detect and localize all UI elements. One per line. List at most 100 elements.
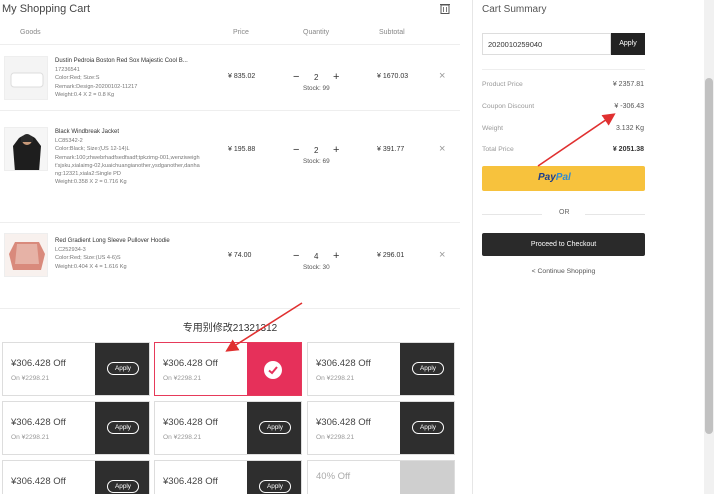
qty-minus-button[interactable]: − xyxy=(293,144,299,156)
qty-plus-button[interactable]: + xyxy=(333,250,339,262)
stock-count: Stock: 69 xyxy=(303,158,330,165)
coupon-amount: ¥306.428 Off xyxy=(11,476,66,487)
coupon-threshold: On ¥2298.21 xyxy=(316,434,355,441)
continue-shopping-link[interactable]: < Continue Shopping xyxy=(482,268,645,275)
coupon-card-disabled: 40% Off xyxy=(307,460,455,494)
product-remark: Remark:100;zhwebrhadfsedfsadf;tpkzimg-00… xyxy=(55,154,200,178)
coupon-apply-button[interactable]: Apply xyxy=(259,421,291,434)
unit-price: ¥ 835.02 xyxy=(228,73,256,80)
or-divider-right xyxy=(585,214,645,215)
trash-icon[interactable] xyxy=(440,3,450,14)
coupon-card-selected[interactable]: ¥306.428 Off On ¥2298.21 xyxy=(154,342,302,396)
paypal-logo: PayPal xyxy=(538,172,571,183)
coupon-section-title: 专用别修改21321312 xyxy=(182,323,278,334)
coupon-amount: ¥306.428 Off xyxy=(163,417,218,428)
qty-plus-button[interactable]: + xyxy=(333,144,339,156)
coupon-card[interactable]: ¥306.428 Off Apply xyxy=(2,460,150,494)
coupon-threshold: On ¥2298.21 xyxy=(163,434,202,441)
stock-count: Stock: 99 xyxy=(303,85,330,92)
product-sku: 17236541 xyxy=(55,67,80,74)
or-divider-left xyxy=(482,214,542,215)
coupon-amount: ¥306.428 Off xyxy=(163,358,218,369)
coupon-side xyxy=(247,343,301,395)
remove-item-icon[interactable]: × xyxy=(439,70,445,82)
qty-value[interactable]: 4 xyxy=(314,252,318,261)
remove-item-icon[interactable]: × xyxy=(439,249,445,261)
product-weight: Weight:0.4 X 2 = 0.8 Kg xyxy=(55,91,115,98)
coupon-discount-label: Coupon Discount xyxy=(482,103,535,110)
product-weight: Weight:0.358 X 2 = 0.716 Kg xyxy=(55,179,127,186)
coupon-threshold: On ¥2298.21 xyxy=(11,434,50,441)
scrollbar[interactable] xyxy=(704,0,714,494)
column-subtotal: Subtotal xyxy=(379,29,405,36)
row-subtotal: ¥ 296.01 xyxy=(377,252,405,259)
coupon-apply-button[interactable]: Apply xyxy=(107,480,139,493)
coupon-card[interactable]: ¥306.428 Off On ¥2298.21 Apply xyxy=(154,401,302,455)
coupon-apply-button[interactable]: Apply xyxy=(259,480,291,493)
paypal-button[interactable]: PayPal xyxy=(482,166,645,191)
product-image[interactable] xyxy=(4,56,48,100)
coupon-card[interactable]: ¥306.428 Off On ¥2298.21 Apply xyxy=(307,342,455,396)
product-image[interactable] xyxy=(4,127,48,171)
paypal-logo-pal: Pal xyxy=(555,172,571,183)
coupon-side: Apply xyxy=(244,461,301,494)
coupon-apply-button[interactable]: Apply xyxy=(412,362,444,375)
cart-row: Dustin Pedroia Boston Red Sox Majestic C… xyxy=(0,44,460,110)
cart-header: My Shopping Cart xyxy=(0,0,460,20)
paypal-logo-pay: Pay xyxy=(538,172,556,183)
coupon-threshold: On ¥2298.21 xyxy=(163,375,202,382)
summary-divider xyxy=(482,69,645,70)
qty-minus-button[interactable]: − xyxy=(293,71,299,83)
coupon-side: Apply xyxy=(92,461,149,494)
cart-title: My Shopping Cart xyxy=(2,3,91,15)
coupon-code-input[interactable] xyxy=(482,33,611,55)
product-image[interactable] xyxy=(4,233,48,277)
coupon-amount: ¥306.428 Off xyxy=(11,358,66,369)
coupon-apply-button[interactable]: Apply xyxy=(107,362,139,375)
coupon-side: Apply xyxy=(397,343,454,395)
scrollbar-thumb[interactable] xyxy=(705,78,713,434)
product-name[interactable]: Red Gradient Long Sleeve Pullover Hoodie xyxy=(55,237,200,245)
total-price-label: Total Price xyxy=(482,146,514,153)
coupon-card[interactable]: ¥306.428 Off Apply xyxy=(154,460,302,494)
product-name[interactable]: Dustin Pedroia Boston Red Sox Majestic C… xyxy=(55,57,200,65)
coupon-threshold: On ¥2298.21 xyxy=(11,375,50,382)
product-variant: Color:Black; Size:(US 12-14)L xyxy=(55,146,130,153)
coupon-side: Apply xyxy=(397,402,454,454)
product-sku: LC85342-2 xyxy=(55,138,83,145)
coupon-side: Apply xyxy=(92,402,149,454)
product-info: Red Gradient Long Sleeve Pullover Hoodie… xyxy=(55,237,200,271)
product-name[interactable]: Black Windbreak Jacket xyxy=(55,128,200,136)
product-weight: Weight:0.404 X 4 = 1.616 Kg xyxy=(55,263,127,270)
coupon-side xyxy=(397,461,454,494)
qty-value[interactable]: 2 xyxy=(314,146,318,155)
coupon-amount: ¥306.428 Off xyxy=(11,417,66,428)
remove-item-icon[interactable]: × xyxy=(439,143,445,155)
summary-title: Cart Summary xyxy=(482,4,547,15)
column-goods: Goods xyxy=(20,29,41,36)
qty-minus-button[interactable]: − xyxy=(293,250,299,262)
product-info: Dustin Pedroia Boston Red Sox Majestic C… xyxy=(55,57,200,99)
qty-plus-button[interactable]: + xyxy=(333,71,339,83)
proceed-to-checkout-button[interactable]: Proceed to Checkout xyxy=(482,233,645,256)
coupon-side: Apply xyxy=(244,402,301,454)
coupon-section: 专用别修改21321312 ¥306.428 Off On ¥2298.21 A… xyxy=(0,308,460,494)
coupon-code-apply-button[interactable]: Apply xyxy=(611,33,645,55)
product-price-value: ¥ 2357.81 xyxy=(612,81,644,88)
coupon-apply-button[interactable]: Apply xyxy=(412,421,444,434)
total-price-value: ¥ 2051.38 xyxy=(612,146,644,153)
column-price: Price xyxy=(233,29,249,36)
row-subtotal: ¥ 391.77 xyxy=(377,146,405,153)
coupon-apply-button[interactable]: Apply xyxy=(107,421,139,434)
coupon-card[interactable]: ¥306.428 Off On ¥2298.21 Apply xyxy=(2,342,150,396)
or-text: OR xyxy=(559,209,570,216)
coupon-amount: ¥306.428 Off xyxy=(316,358,371,369)
weight-value: 3.132 Kg xyxy=(615,125,644,132)
checkmark-icon xyxy=(264,361,282,379)
coupon-card[interactable]: ¥306.428 Off On ¥2298.21 Apply xyxy=(307,401,455,455)
coupon-amount: 40% Off xyxy=(316,471,351,482)
coupon-amount: ¥306.428 Off xyxy=(163,476,218,487)
qty-value[interactable]: 2 xyxy=(314,73,318,82)
coupon-card[interactable]: ¥306.428 Off On ¥2298.21 Apply xyxy=(2,401,150,455)
row-subtotal: ¥ 1670.03 xyxy=(377,73,409,80)
